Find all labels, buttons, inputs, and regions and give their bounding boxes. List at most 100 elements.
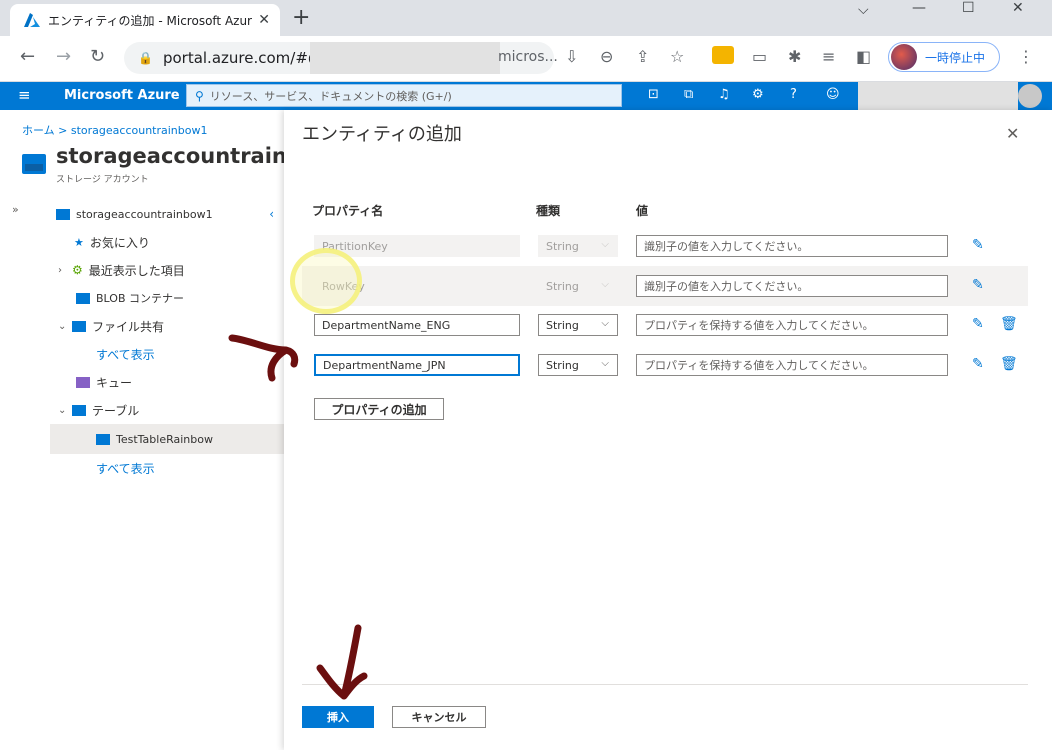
tree-item-queue[interactable]: キュー [50, 368, 284, 396]
help-icon[interactable]: ? [790, 87, 797, 102]
user-avatar[interactable] [1018, 84, 1042, 108]
chevron-down-icon: ⌵ [601, 279, 609, 290]
tree-item-label: テーブル [92, 403, 140, 418]
chevron-down-icon[interactable]: ⌄ [58, 321, 72, 332]
close-icon[interactable]: ✕ [1006, 124, 1019, 143]
redacted-url [310, 42, 500, 74]
add-entity-panel: エンティティの追加 ✕ プロパティ名 種類 値 PartitionKey Str… [284, 110, 1052, 750]
collapse-icon[interactable]: ‹ [269, 207, 274, 221]
delete-icon[interactable]: 🗑 [1000, 316, 1018, 332]
address-url: portal.azure.com/#@ [162, 49, 323, 67]
value-input[interactable]: 識別子の値を入力してください。 [636, 275, 948, 297]
tree-item-table[interactable]: ⌄ テーブル [50, 396, 284, 424]
edit-icon[interactable]: ✎ [972, 356, 984, 372]
tree-item-label: ファイル共有 [92, 319, 165, 334]
table-icon [72, 404, 86, 416]
tree-item-favorites[interactable]: ★ お気に入り [50, 228, 284, 256]
tab-close-icon[interactable]: ✕ [258, 12, 270, 28]
panel-title: エンティティの追加 [302, 124, 462, 145]
bookmark-star-icon[interactable]: ☆ [670, 47, 684, 66]
cursor-highlight [290, 248, 362, 314]
tree-item-fileshare[interactable]: ⌄ ファイル共有 [50, 312, 284, 340]
expand-menu-icon[interactable]: » [12, 203, 19, 216]
azure-logo-icon [24, 13, 40, 27]
insert-button[interactable]: 挿入 [302, 706, 374, 728]
tree-item-recent[interactable]: › ⚙ 最近表示した項目 [50, 256, 284, 284]
reload-icon[interactable]: ↻ [90, 46, 105, 67]
chevron-down-icon: ⌵ [601, 239, 609, 250]
tree-item-root[interactable]: storageaccountrainbow1 ‹ [50, 200, 284, 228]
profile-button[interactable]: 一時停止中 [888, 42, 1000, 72]
reading-list-icon[interactable]: ≡ [822, 47, 835, 66]
search-placeholder: リソース、サービス、ドキュメントの検索 (G+/) [209, 89, 452, 103]
chevron-down-icon: ⌵ [601, 358, 609, 369]
avatar [891, 44, 917, 70]
show-all-link[interactable]: すべて表示 [96, 346, 155, 363]
feedback-icon[interactable]: ☺ [826, 87, 840, 102]
forward-icon[interactable]: → [56, 46, 71, 67]
storage-icon [56, 208, 70, 220]
brand-label[interactable]: Microsoft Azure [64, 88, 180, 103]
extension-note-icon[interactable]: ▭ [752, 47, 767, 66]
page-subtitle: ストレージ アカウント [56, 175, 149, 185]
cancel-button[interactable]: キャンセル [392, 706, 486, 728]
minimize-icon[interactable]: — [912, 0, 926, 16]
share-icon[interactable]: ⇪ [636, 47, 649, 66]
browser-menu-icon[interactable]: ⋮ [1018, 47, 1034, 66]
tree-link-show-all-2[interactable]: すべて表示 [50, 454, 284, 482]
extensions-puzzle-icon[interactable]: ✱ [788, 47, 801, 66]
tree-item-label: キュー [96, 375, 133, 390]
side-panel-icon[interactable]: ◧ [856, 47, 871, 66]
type-value: String [546, 358, 579, 372]
new-tab-icon[interactable]: + [292, 5, 310, 30]
edit-icon[interactable]: ✎ [972, 316, 984, 332]
delete-icon[interactable]: 🗑 [1000, 356, 1018, 372]
type-value: String [546, 279, 579, 293]
add-property-button[interactable]: プロパティの追加 [314, 398, 444, 420]
directory-filter-icon[interactable]: ⧉ [684, 87, 693, 102]
value-input[interactable]: プロパティを保持する値を入力してください。 [636, 314, 948, 336]
hamburger-menu-icon[interactable]: ≡ [18, 86, 31, 104]
tree-item-testtable[interactable]: TestTableRainbow [50, 424, 284, 454]
table-row: DepartmentName_ENG String ⌵ プロパティを保持する値を入… [302, 306, 1028, 346]
tree-item-label: 最近表示した項目 [88, 263, 185, 278]
search-icon: ⚲ [195, 88, 204, 103]
chevron-down-icon[interactable]: ⌵ [858, 2, 869, 18]
address-bar[interactable]: 🔒 portal.azure.com/#@ micros... [124, 42, 558, 74]
chevron-right-icon[interactable]: › [58, 265, 72, 276]
window-close-icon[interactable]: ✕ [1012, 0, 1024, 16]
tree-item-label: BLOB コンテナー [96, 292, 184, 305]
tree-link-show-all-1[interactable]: すべて表示 [50, 340, 284, 368]
global-search-input[interactable]: ⚲ リソース、サービス、ドキュメントの検索 (G+/) [186, 84, 622, 107]
settings-gear-icon[interactable]: ⚙ [752, 87, 764, 102]
property-name-input[interactable]: DepartmentName_JPN [314, 354, 520, 376]
fileshare-icon [72, 320, 86, 332]
show-all-link[interactable]: すべて表示 [96, 460, 155, 477]
back-icon[interactable]: ← [20, 46, 35, 67]
maximize-icon[interactable]: ☐ [962, 0, 975, 16]
install-icon[interactable]: ⇩ [565, 47, 578, 66]
lock-icon: 🔒 [138, 51, 153, 65]
zoom-icon[interactable]: ⊖ [600, 47, 613, 66]
value-input[interactable]: 識別子の値を入力してください。 [636, 235, 948, 257]
tree-item-blob[interactable]: BLOB コンテナー [50, 284, 284, 312]
edit-icon[interactable]: ✎ [972, 277, 984, 293]
queue-icon [76, 376, 90, 388]
property-name-input[interactable]: DepartmentName_ENG [314, 314, 520, 336]
value-input[interactable]: プロパティを保持する値を入力してください。 [636, 354, 948, 376]
breadcrumb[interactable]: ホーム > storageaccountrainbow1 [22, 122, 208, 138]
browser-tab[interactable]: エンティティの追加 - Microsoft Azur ✕ [10, 4, 280, 36]
profile-label: 一時停止中 [925, 50, 986, 65]
azure-header: ≡ Microsoft Azure ⚲ リソース、サービス、ドキュメントの検索 … [0, 82, 1052, 110]
extension-smesurf-icon[interactable] [712, 46, 734, 64]
column-header-type: 種類 [536, 204, 561, 218]
type-select: String ⌵ [538, 275, 618, 297]
cloud-shell-icon[interactable]: ⊡ [648, 87, 659, 102]
resource-tree: storageaccountrainbow1 ‹ ★ お気に入り › ⚙ 最近表… [50, 200, 284, 482]
type-select[interactable]: String ⌵ [538, 314, 618, 336]
notification-bell-icon[interactable]: ♫ [718, 87, 730, 102]
edit-icon[interactable]: ✎ [972, 237, 984, 253]
chevron-down-icon[interactable]: ⌄ [58, 405, 72, 416]
type-select[interactable]: String ⌵ [538, 354, 618, 376]
address-url-end: micros... [498, 49, 558, 65]
